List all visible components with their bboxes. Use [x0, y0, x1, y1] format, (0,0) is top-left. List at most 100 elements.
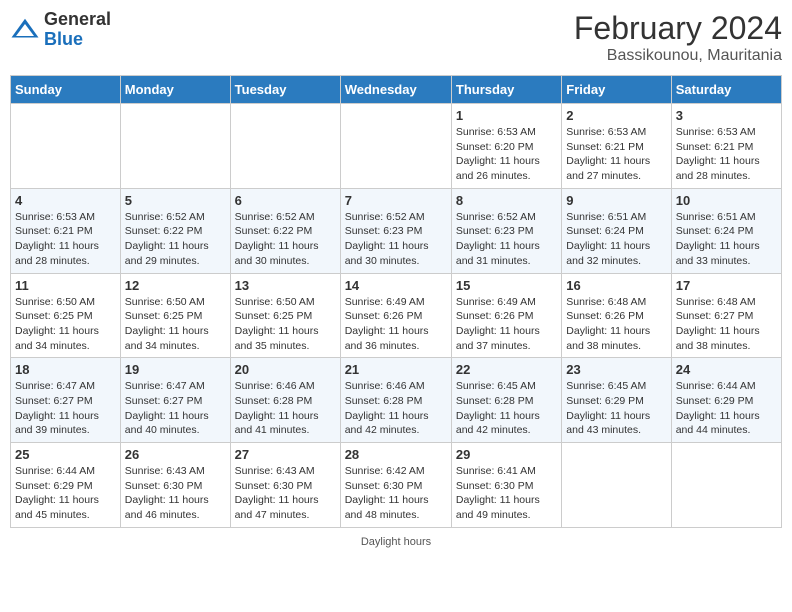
- calendar-cell: 13Sunrise: 6:50 AM Sunset: 6:25 PM Dayli…: [230, 273, 340, 358]
- calendar-cell: 8Sunrise: 6:52 AM Sunset: 6:23 PM Daylig…: [451, 188, 561, 273]
- calendar-week: 4 Sunrise: 6:53 AM Sunset: 6:21 PM Daylig…: [11, 188, 782, 273]
- day-info: Sunrise: 6:47 AM Sunset: 6:27 PM Dayligh…: [15, 379, 116, 438]
- calendar-table: SundayMondayTuesdayWednesdayThursdayFrid…: [10, 75, 782, 528]
- calendar-cell: 12Sunrise: 6:50 AM Sunset: 6:25 PM Dayli…: [120, 273, 230, 358]
- logo-blue: Blue: [44, 30, 111, 50]
- calendar-week: 11Sunrise: 6:50 AM Sunset: 6:25 PM Dayli…: [11, 273, 782, 358]
- calendar-cell: 27 Sunrise: 6:43 AM Sunset: 6:30 PM Dayli…: [230, 443, 340, 528]
- day-number: 25: [15, 447, 116, 462]
- calendar-week: 18 Sunrise: 6:47 AM Sunset: 6:27 PM Dayli…: [11, 358, 782, 443]
- day-number: 29: [456, 447, 557, 462]
- day-number: 6: [235, 193, 336, 208]
- header-day: Friday: [562, 76, 671, 104]
- logo: General Blue: [10, 10, 111, 50]
- day-info: Sunrise: 6:52 AM Sunset: 6:23 PM Dayligh…: [345, 210, 447, 269]
- day-number: 9: [566, 193, 666, 208]
- day-info: Sunrise: 6:53 AM Sunset: 6:20 PM Dayligh…: [456, 125, 557, 184]
- header-row: SundayMondayTuesdayWednesdayThursdayFrid…: [11, 76, 782, 104]
- day-info: Sunrise: 6:43 AM Sunset: 6:30 PM Dayligh…: [235, 464, 336, 523]
- calendar-cell: [11, 104, 121, 189]
- calendar-cell: 25 Sunrise: 6:44 AM Sunset: 6:29 PM Dayli…: [11, 443, 121, 528]
- day-number: 18: [15, 362, 116, 377]
- calendar-cell: 6 Sunrise: 6:52 AM Sunset: 6:22 PM Daylig…: [230, 188, 340, 273]
- calendar-cell: 16 Sunrise: 6:48 AM Sunset: 6:26 PM Dayli…: [562, 273, 671, 358]
- page-header: General Blue February 2024 Bassikounou, …: [10, 10, 782, 65]
- logo-general: General: [44, 10, 111, 30]
- day-number: 7: [345, 193, 447, 208]
- day-number: 21: [345, 362, 447, 377]
- header-day: Wednesday: [340, 76, 451, 104]
- calendar-cell: 7 Sunrise: 6:52 AM Sunset: 6:23 PM Daylig…: [340, 188, 451, 273]
- calendar-cell: 19Sunrise: 6:47 AM Sunset: 6:27 PM Dayli…: [120, 358, 230, 443]
- day-number: 27: [235, 447, 336, 462]
- calendar-cell: 2 Sunrise: 6:53 AM Sunset: 6:21 PM Daylig…: [562, 104, 671, 189]
- calendar-cell: 11Sunrise: 6:50 AM Sunset: 6:25 PM Dayli…: [11, 273, 121, 358]
- calendar-week: 1 Sunrise: 6:53 AM Sunset: 6:20 PM Daylig…: [11, 104, 782, 189]
- day-number: 23: [566, 362, 666, 377]
- calendar-cell: 14Sunrise: 6:49 AM Sunset: 6:26 PM Dayli…: [340, 273, 451, 358]
- day-number: 20: [235, 362, 336, 377]
- day-number: 14: [345, 278, 447, 293]
- calendar-cell: [340, 104, 451, 189]
- day-info: Sunrise: 6:48 AM Sunset: 6:26 PM Dayligh…: [566, 295, 666, 354]
- calendar-header: SundayMondayTuesdayWednesdayThursdayFrid…: [11, 76, 782, 104]
- header-day: Tuesday: [230, 76, 340, 104]
- day-number: 3: [676, 108, 777, 123]
- day-info: Sunrise: 6:52 AM Sunset: 6:22 PM Dayligh…: [125, 210, 226, 269]
- day-number: 4: [15, 193, 116, 208]
- day-info: Sunrise: 6:50 AM Sunset: 6:25 PM Dayligh…: [15, 295, 116, 354]
- day-info: Sunrise: 6:53 AM Sunset: 6:21 PM Dayligh…: [15, 210, 116, 269]
- day-info: Sunrise: 6:53 AM Sunset: 6:21 PM Dayligh…: [566, 125, 666, 184]
- day-number: 16: [566, 278, 666, 293]
- calendar-cell: 1 Sunrise: 6:53 AM Sunset: 6:20 PM Daylig…: [451, 104, 561, 189]
- day-info: Sunrise: 6:46 AM Sunset: 6:28 PM Dayligh…: [235, 379, 336, 438]
- logo-text: General Blue: [44, 10, 111, 50]
- day-info: Sunrise: 6:49 AM Sunset: 6:26 PM Dayligh…: [456, 295, 557, 354]
- calendar-cell: 23Sunrise: 6:45 AM Sunset: 6:29 PM Dayli…: [562, 358, 671, 443]
- day-info: Sunrise: 6:53 AM Sunset: 6:21 PM Dayligh…: [676, 125, 777, 184]
- header-day: Thursday: [451, 76, 561, 104]
- calendar-cell: [671, 443, 781, 528]
- calendar-body: 1 Sunrise: 6:53 AM Sunset: 6:20 PM Daylig…: [11, 104, 782, 528]
- calendar-cell: [562, 443, 671, 528]
- header-day: Saturday: [671, 76, 781, 104]
- header-day: Sunday: [11, 76, 121, 104]
- calendar-cell: [120, 104, 230, 189]
- day-info: Sunrise: 6:41 AM Sunset: 6:30 PM Dayligh…: [456, 464, 557, 523]
- calendar-cell: 29 Sunrise: 6:41 AM Sunset: 6:30 PM Dayli…: [451, 443, 561, 528]
- calendar-cell: 24 Sunrise: 6:44 AM Sunset: 6:29 PM Dayli…: [671, 358, 781, 443]
- day-number: 26: [125, 447, 226, 462]
- day-number: 1: [456, 108, 557, 123]
- day-info: Sunrise: 6:52 AM Sunset: 6:22 PM Dayligh…: [235, 210, 336, 269]
- day-info: Sunrise: 6:44 AM Sunset: 6:29 PM Dayligh…: [15, 464, 116, 523]
- calendar-cell: 5 Sunrise: 6:52 AM Sunset: 6:22 PM Daylig…: [120, 188, 230, 273]
- day-info: Sunrise: 6:42 AM Sunset: 6:30 PM Dayligh…: [345, 464, 447, 523]
- day-number: 17: [676, 278, 777, 293]
- day-number: 28: [345, 447, 447, 462]
- month-year: February 2024: [574, 10, 782, 47]
- day-info: Sunrise: 6:45 AM Sunset: 6:28 PM Dayligh…: [456, 379, 557, 438]
- day-number: 2: [566, 108, 666, 123]
- day-number: 5: [125, 193, 226, 208]
- day-info: Sunrise: 6:51 AM Sunset: 6:24 PM Dayligh…: [566, 210, 666, 269]
- logo-icon: [10, 15, 40, 45]
- day-number: 8: [456, 193, 557, 208]
- day-info: Sunrise: 6:47 AM Sunset: 6:27 PM Dayligh…: [125, 379, 226, 438]
- calendar-week: 25 Sunrise: 6:44 AM Sunset: 6:29 PM Dayli…: [11, 443, 782, 528]
- day-number: 24: [676, 362, 777, 377]
- day-info: Sunrise: 6:44 AM Sunset: 6:29 PM Dayligh…: [676, 379, 777, 438]
- day-number: 10: [676, 193, 777, 208]
- location: Bassikounou, Mauritania: [574, 47, 782, 65]
- title-block: February 2024 Bassikounou, Mauritania: [574, 10, 782, 65]
- day-number: 15: [456, 278, 557, 293]
- calendar-cell: 10 Sunrise: 6:51 AM Sunset: 6:24 PM Dayli…: [671, 188, 781, 273]
- calendar-cell: 20 Sunrise: 6:46 AM Sunset: 6:28 PM Dayli…: [230, 358, 340, 443]
- calendar-cell: 22 Sunrise: 6:45 AM Sunset: 6:28 PM Dayli…: [451, 358, 561, 443]
- calendar-cell: 3 Sunrise: 6:53 AM Sunset: 6:21 PM Daylig…: [671, 104, 781, 189]
- day-info: Sunrise: 6:51 AM Sunset: 6:24 PM Dayligh…: [676, 210, 777, 269]
- day-info: Sunrise: 6:50 AM Sunset: 6:25 PM Dayligh…: [125, 295, 226, 354]
- header-day: Monday: [120, 76, 230, 104]
- calendar-cell: 17Sunrise: 6:48 AM Sunset: 6:27 PM Dayli…: [671, 273, 781, 358]
- calendar-cell: 26Sunrise: 6:43 AM Sunset: 6:30 PM Dayli…: [120, 443, 230, 528]
- day-number: 22: [456, 362, 557, 377]
